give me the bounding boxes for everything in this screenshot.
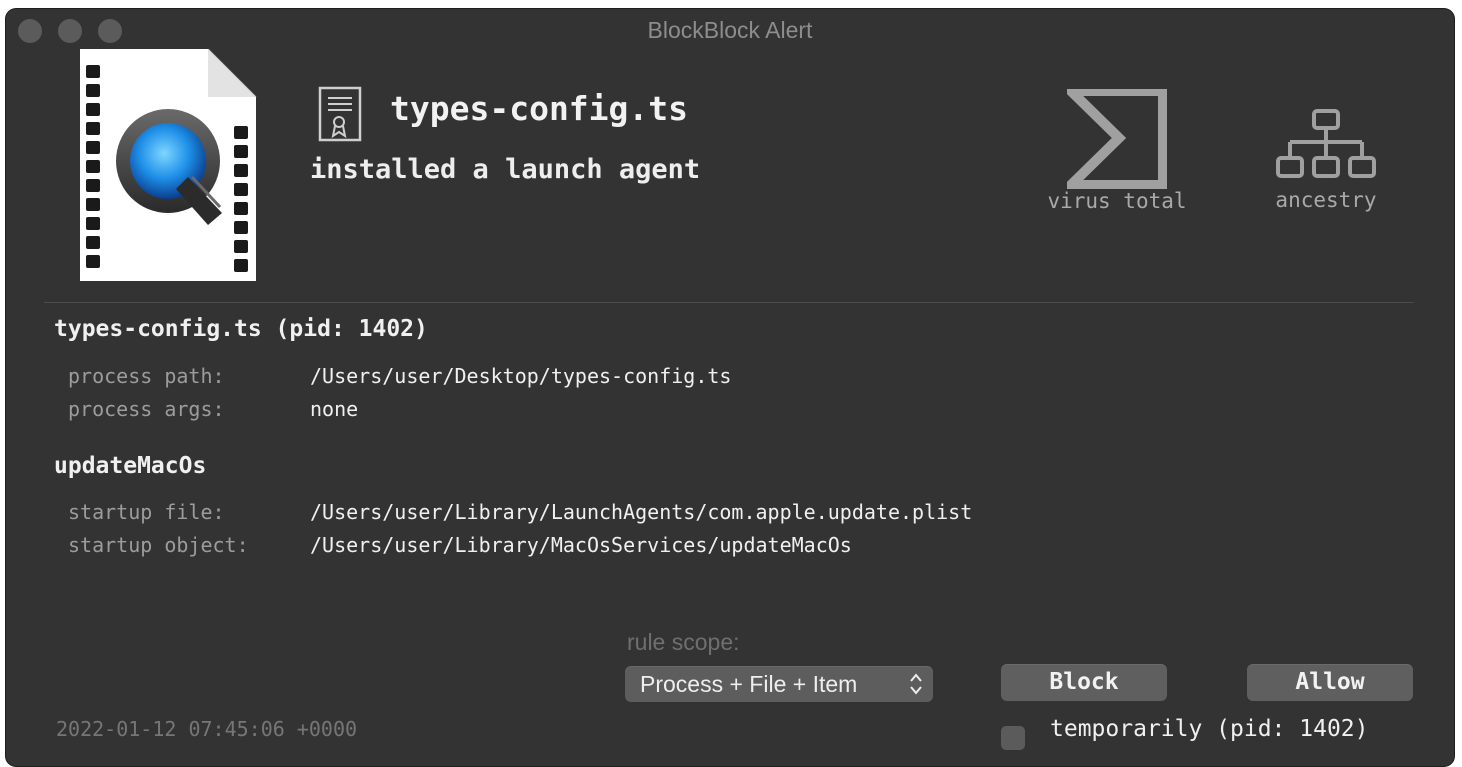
rule-scope-selected: Process + File + Item	[640, 671, 858, 697]
allow-button[interactable]: Allow	[1247, 664, 1413, 701]
alert-process-name: types-config.ts	[390, 89, 689, 128]
window-title: BlockBlock Alert	[647, 17, 813, 43]
alert-window: BlockBlock Alert types-config.ts install…	[6, 9, 1454, 766]
certificate-icon	[318, 86, 362, 142]
item-heading: updateMacOs	[54, 453, 207, 479]
divider	[44, 302, 1414, 303]
block-button[interactable]: Block	[1001, 664, 1167, 701]
title-bar: BlockBlock Alert	[6, 9, 1454, 53]
temporarily-checkbox[interactable]	[1001, 726, 1025, 750]
startup-object-value: /Users/user/Library/MacOsServices/update…	[310, 533, 852, 557]
process-path-label: process path:	[68, 364, 225, 388]
process-args-value: none	[310, 397, 359, 421]
process-args-label: process args:	[68, 397, 225, 421]
virus-total-label: virus total	[1047, 189, 1187, 213]
startup-file-value: /Users/user/Library/LaunchAgents/com.app…	[310, 500, 973, 524]
rule-scope-label: rule scope:	[627, 629, 740, 655]
virus-total-button[interactable]: virus total	[1042, 89, 1192, 213]
sigma-icon	[1067, 89, 1167, 189]
startup-file-label: startup file:	[68, 500, 225, 524]
alert-action: installed a launch agent	[310, 154, 701, 185]
process-path-value: /Users/user/Desktop/types-config.ts	[310, 364, 732, 388]
startup-object-label: startup object:	[68, 533, 249, 557]
process-heading: types-config.ts (pid: 1402)	[54, 316, 428, 342]
hierarchy-icon	[1276, 109, 1376, 178]
quicktime-file-icon	[80, 49, 257, 281]
timestamp: 2022-01-12 07:45:06 +0000	[56, 717, 358, 741]
rule-scope-select[interactable]: Process + File + Item	[625, 666, 933, 702]
ancestry-label: ancestry	[1275, 188, 1377, 212]
ancestry-button[interactable]: ancestry	[1258, 108, 1394, 212]
up-down-chevron-icon	[910, 673, 922, 695]
temporarily-label[interactable]: temporarily (pid: 1402)	[1050, 716, 1369, 742]
